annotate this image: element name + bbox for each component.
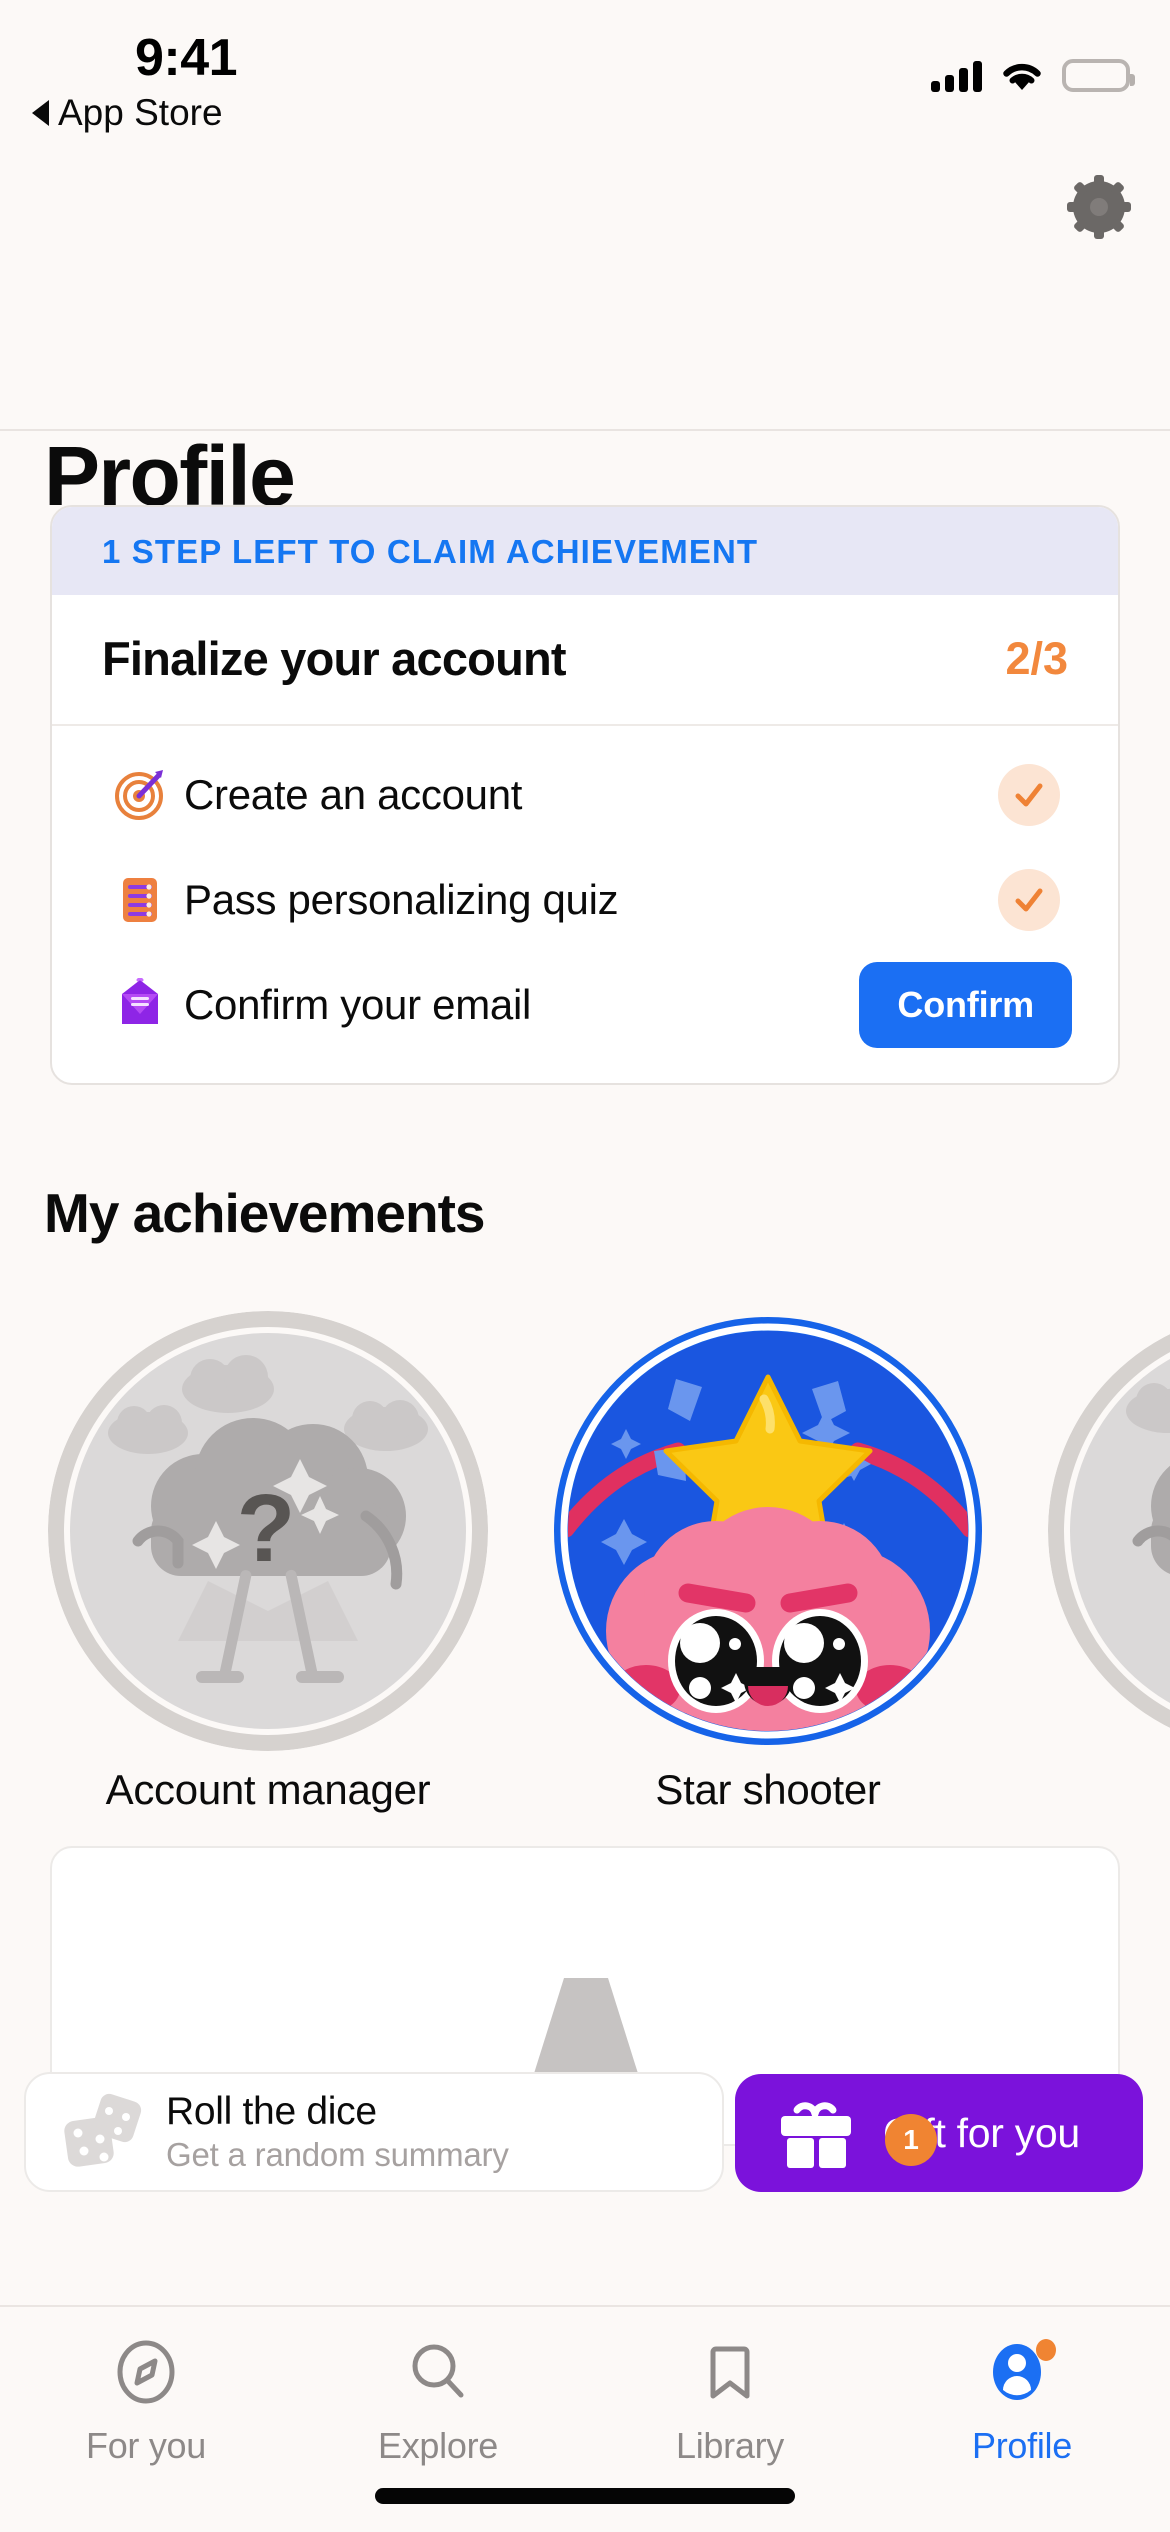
achievement-badge-label: Star shooter xyxy=(655,1766,881,1813)
locked-cloud-question-badge: ? xyxy=(48,1311,488,1751)
achievements-section-title: My achievements xyxy=(44,1182,485,1244)
floating-action-bar: Roll the dice Get a random summary 1 Gif… xyxy=(0,2072,1170,2212)
check-icon xyxy=(998,868,1060,931)
achievements-carousel[interactable]: ? Account manager Star shooter xyxy=(0,1311,1170,1813)
search-icon xyxy=(405,2335,471,2409)
checklist-step[interactable]: Pass personalizing quiz xyxy=(96,847,1074,952)
status-bar-indicators xyxy=(931,50,1135,92)
tab-label: Profile xyxy=(972,2425,1072,2466)
checklist-step[interactable]: Confirm your email Confirm xyxy=(96,952,1074,1057)
gear-icon[interactable] xyxy=(1066,174,1132,240)
svg-text:?: ? xyxy=(237,1475,296,1582)
achievement-badge-label: Account manager xyxy=(105,1766,431,1813)
target-dart-icon xyxy=(96,768,184,822)
back-label: App Store xyxy=(58,92,223,133)
tab-label: For you xyxy=(86,2425,206,2466)
tab-explore[interactable]: Explore xyxy=(292,2335,584,2467)
checklist-step-label: Pass personalizing quiz xyxy=(184,875,619,923)
dice-title: Roll the dice xyxy=(166,2090,377,2133)
wifi-icon xyxy=(1000,60,1044,92)
finalize-account-card: 1 STEP LEFT TO CLAIM ACHIEVEMENT Finaliz… xyxy=(50,505,1120,1085)
cellular-signal-icon xyxy=(931,60,982,92)
home-indicator xyxy=(375,2488,795,2504)
compass-icon xyxy=(113,2335,179,2409)
roll-the-dice-button[interactable]: Roll the dice Get a random summary xyxy=(24,2072,724,2192)
gift-badge-count: 1 xyxy=(885,2113,937,2166)
gift-icon: 1 xyxy=(773,2092,937,2175)
achievement-badge[interactable]: ? Account manager xyxy=(48,1311,488,1813)
status-bar-time: 9:41 xyxy=(135,29,238,87)
checklist-steps: Create an account Pass personalizing qui… xyxy=(52,726,1118,1083)
tab-library[interactable]: Library xyxy=(584,2335,876,2467)
nav-header: Profile xyxy=(0,150,1170,523)
card-progress-count: 2/3 xyxy=(1005,632,1068,684)
person-icon xyxy=(984,2335,1060,2409)
battery-full-icon xyxy=(1062,59,1135,92)
gift-for-you-button[interactable]: 1 Gift for you xyxy=(735,2074,1143,2192)
check-icon xyxy=(998,763,1060,826)
dice-subtitle: Get a random summary xyxy=(166,2136,509,2173)
achievement-badge[interactable]: ? xyxy=(1048,1311,1170,1751)
confirm-email-button[interactable]: Confirm xyxy=(859,961,1072,1048)
tab-profile[interactable]: Profile xyxy=(876,2335,1168,2467)
card-banner: 1 STEP LEFT TO CLAIM ACHIEVEMENT xyxy=(52,507,1118,595)
card-title: Finalize your account xyxy=(102,632,567,685)
checklist-step-label: Create an account xyxy=(184,770,523,818)
email-envelope-icon xyxy=(96,977,184,1032)
card-banner-label: 1 STEP LEFT TO CLAIM ACHIEVEMENT xyxy=(102,533,759,570)
locked-cloud-question-badge: ? xyxy=(1048,1311,1170,1751)
status-bar: 9:41 App Store xyxy=(0,0,1170,150)
tab-label: Library xyxy=(676,2425,784,2466)
tab-for-you[interactable]: For you xyxy=(0,2335,292,2467)
dice-icon xyxy=(60,2089,142,2176)
tab-label: Explore xyxy=(378,2425,498,2466)
checklist-step[interactable]: Create an account xyxy=(96,742,1074,847)
card-title-row: Finalize your account 2/3 xyxy=(52,595,1118,726)
checklist-step-label: Confirm your email xyxy=(184,980,532,1028)
star-character-badge xyxy=(548,1311,988,1751)
tab-bar: For you Explore Library Profile xyxy=(0,2305,1170,2532)
achievement-badge[interactable]: Star shooter xyxy=(548,1311,988,1813)
back-to-app-store-button[interactable]: App Store xyxy=(32,92,223,134)
scroll-content: 1 STEP LEFT TO CLAIM ACHIEVEMENT Finaliz… xyxy=(0,431,1170,2231)
quiz-list-icon xyxy=(96,873,184,927)
bookmark-icon xyxy=(697,2335,763,2409)
triangle-left-icon xyxy=(32,100,49,126)
